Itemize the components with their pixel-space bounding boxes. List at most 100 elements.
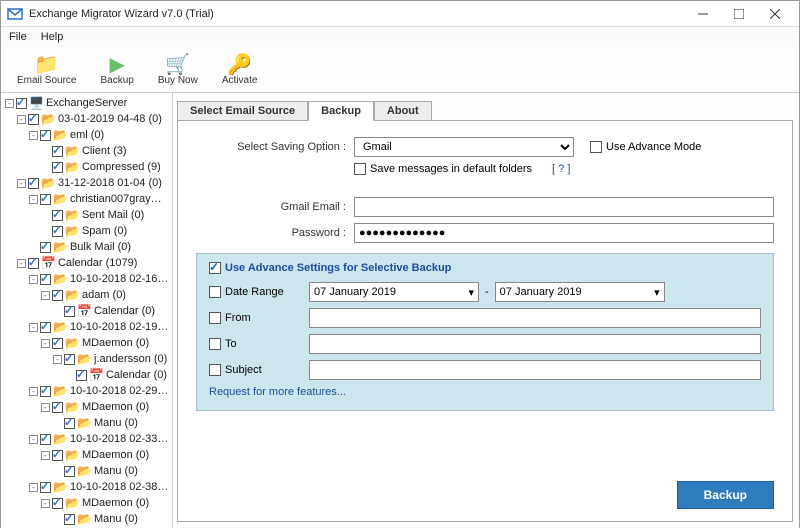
- tree-checkbox[interactable]: [64, 466, 75, 477]
- tree-item[interactable]: -📂MDaemon (0): [5, 447, 170, 463]
- close-button[interactable]: [757, 1, 793, 27]
- tree-checkbox[interactable]: [52, 498, 63, 509]
- tree-item[interactable]: -📂10-10-2018 02-29 (0): [5, 383, 170, 399]
- tree-item[interactable]: -📂MDaemon (0): [5, 495, 170, 511]
- tree-item[interactable]: -📂christian007gray@gm: [5, 191, 170, 207]
- use-advance-settings-checkbox[interactable]: [209, 262, 221, 274]
- tree-checkbox[interactable]: [52, 450, 63, 461]
- tree-item[interactable]: -📅Calendar (1079): [5, 255, 170, 271]
- tree-checkbox[interactable]: [40, 434, 51, 445]
- tree-item[interactable]: 📂Manu (0): [5, 415, 170, 431]
- saving-option-select[interactable]: Gmail: [354, 137, 574, 157]
- subject-input[interactable]: [309, 360, 761, 380]
- help-link[interactable]: [ ? ]: [552, 163, 570, 175]
- tree-checkbox[interactable]: [52, 146, 63, 157]
- tree-checkbox[interactable]: [40, 482, 51, 493]
- expand-toggle[interactable]: -: [29, 195, 38, 204]
- tree-checkbox[interactable]: [52, 290, 63, 301]
- expand-toggle[interactable]: -: [29, 131, 38, 140]
- password-input[interactable]: [354, 223, 774, 243]
- expand-toggle[interactable]: -: [41, 339, 50, 348]
- use-advance-mode-checkbox[interactable]: [590, 141, 602, 153]
- date-to-picker[interactable]: 07 January 2019 ▾: [495, 282, 665, 302]
- tree-checkbox[interactable]: [28, 114, 39, 125]
- tree-checkbox[interactable]: [28, 178, 39, 189]
- tree-item[interactable]: -📂eml (0): [5, 127, 170, 143]
- tree-item[interactable]: 📂Sent Mail (0): [5, 207, 170, 223]
- tab-select-email-source[interactable]: Select Email Source: [177, 101, 308, 121]
- expand-toggle[interactable]: -: [29, 275, 38, 284]
- tree-item[interactable]: 📂Compressed (9): [5, 159, 170, 175]
- tree-checkbox[interactable]: [52, 402, 63, 413]
- expand-toggle[interactable]: -: [41, 403, 50, 412]
- tree-checkbox[interactable]: [64, 354, 75, 365]
- tree-item[interactable]: -📂31-12-2018 01-04 (0): [5, 175, 170, 191]
- folder-tree[interactable]: -🖥️ExchangeServer-📂03-01-2019 04-48 (0)-…: [1, 93, 173, 528]
- backup-toolbar-button[interactable]: ▶ Backup: [90, 51, 143, 88]
- tree-item[interactable]: -📂10-10-2018 02-16 (0): [5, 271, 170, 287]
- tree-item[interactable]: 📂Manu (0): [5, 463, 170, 479]
- expand-toggle[interactable]: -: [53, 355, 62, 364]
- tree-checkbox[interactable]: [40, 194, 51, 205]
- tree-item[interactable]: 📅Calendar (0): [5, 303, 170, 319]
- tree-checkbox[interactable]: [76, 370, 87, 381]
- minimize-button[interactable]: [685, 1, 721, 27]
- tree-checkbox[interactable]: [64, 306, 75, 317]
- tab-about[interactable]: About: [374, 101, 432, 121]
- tree-checkbox[interactable]: [40, 386, 51, 397]
- tree-item[interactable]: 📂Manu (0): [5, 511, 170, 527]
- expand-toggle[interactable]: -: [29, 435, 38, 444]
- activate-button[interactable]: 🔑 Activate: [212, 51, 268, 88]
- date-from-picker[interactable]: 07 January 2019 ▾: [309, 282, 479, 302]
- menu-help[interactable]: Help: [41, 31, 64, 43]
- tree-checkbox[interactable]: [40, 322, 51, 333]
- tree-item[interactable]: 📂Client (3): [5, 143, 170, 159]
- tree-checkbox[interactable]: [52, 210, 63, 221]
- from-checkbox[interactable]: [209, 312, 221, 324]
- buy-now-button[interactable]: 🛒 Buy Now: [148, 51, 208, 88]
- tree-item[interactable]: -📂03-01-2019 04-48 (0): [5, 111, 170, 127]
- expand-toggle[interactable]: -: [41, 451, 50, 460]
- tree-item[interactable]: 📂Bulk Mail (0): [5, 239, 170, 255]
- expand-toggle[interactable]: -: [41, 291, 50, 300]
- from-input[interactable]: [309, 308, 761, 328]
- tree-item[interactable]: -📂j.andersson (0): [5, 351, 170, 367]
- to-input[interactable]: [309, 334, 761, 354]
- tree-item[interactable]: 📂Spam (0): [5, 223, 170, 239]
- tree-item[interactable]: -📂adam (0): [5, 287, 170, 303]
- tree-checkbox[interactable]: [52, 226, 63, 237]
- tree-checkbox[interactable]: [52, 338, 63, 349]
- email-source-button[interactable]: 📁 Email Source: [7, 51, 86, 88]
- tree-checkbox[interactable]: [40, 130, 51, 141]
- request-more-link[interactable]: Request for more features...: [209, 386, 761, 398]
- tab-backup[interactable]: Backup: [308, 101, 374, 121]
- tree-item[interactable]: -📂10-10-2018 02-38 (0): [5, 479, 170, 495]
- gmail-email-input[interactable]: [354, 197, 774, 217]
- expand-toggle[interactable]: -: [29, 323, 38, 332]
- maximize-button[interactable]: [721, 1, 757, 27]
- menu-file[interactable]: File: [9, 31, 27, 43]
- tree-checkbox[interactable]: [40, 242, 51, 253]
- tree-checkbox[interactable]: [40, 274, 51, 285]
- tree-checkbox[interactable]: [64, 418, 75, 429]
- tree-item[interactable]: 📅Calendar (0): [5, 367, 170, 383]
- tree-checkbox[interactable]: [52, 162, 63, 173]
- tree-checkbox[interactable]: [16, 98, 27, 109]
- tree-item[interactable]: -📂MDaemon (0): [5, 399, 170, 415]
- expand-toggle[interactable]: -: [17, 179, 26, 188]
- tree-item[interactable]: -📂MDaemon (0): [5, 335, 170, 351]
- expand-toggle[interactable]: -: [41, 499, 50, 508]
- backup-button[interactable]: Backup: [677, 481, 774, 509]
- tree-checkbox[interactable]: [64, 514, 75, 525]
- tree-item[interactable]: -🖥️ExchangeServer: [5, 95, 170, 111]
- tree-checkbox[interactable]: [28, 258, 39, 269]
- expand-toggle[interactable]: -: [17, 115, 26, 124]
- tree-item[interactable]: -📂10-10-2018 02-33 (0): [5, 431, 170, 447]
- expand-toggle[interactable]: -: [29, 387, 38, 396]
- expand-toggle[interactable]: -: [29, 483, 38, 492]
- save-default-folders-checkbox[interactable]: [354, 163, 366, 175]
- tree-item[interactable]: -📂10-10-2018 02-19 (0): [5, 319, 170, 335]
- to-checkbox[interactable]: [209, 338, 221, 350]
- date-range-checkbox[interactable]: [209, 286, 221, 298]
- subject-checkbox[interactable]: [209, 364, 221, 376]
